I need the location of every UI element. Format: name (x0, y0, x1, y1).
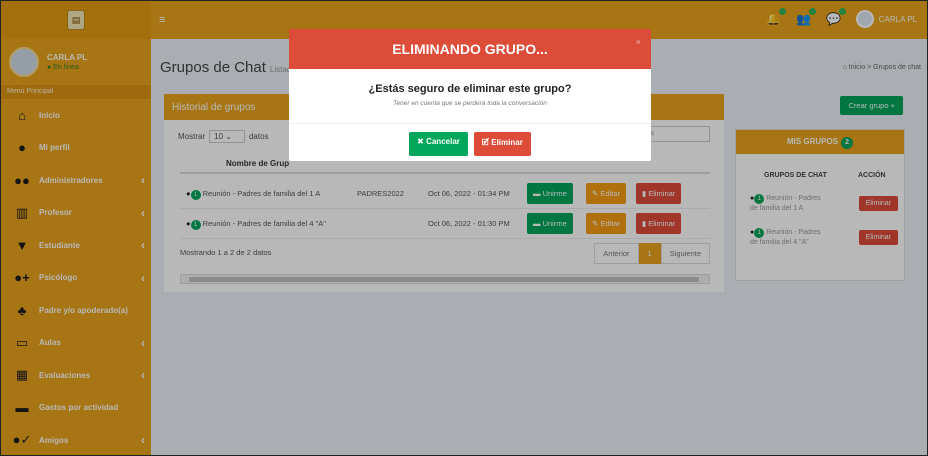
delete-group-modal: ELIMINANDO GRUPO... × ¿Estás seguro de e… (289, 29, 651, 161)
close-icon[interactable]: × (636, 37, 641, 47)
cancel-button[interactable]: ✖ Cancelar (409, 132, 468, 156)
confirm-delete-button[interactable]: 🗹 Eliminar (473, 132, 531, 156)
modal-actions: ✖ Cancelar 🗹 Eliminar (289, 132, 651, 156)
divider (289, 123, 651, 124)
app-window: ▤ ≡ 🔔 👥 💬 CARLA PL CARLA PL ● En línea M… (0, 0, 928, 456)
modal-title: ELIMINANDO GRUPO... (289, 29, 651, 69)
modal-question: ¿Estás seguro de eliminar este grupo? (368, 83, 572, 95)
modal-note: Tener en cuenta que se perderá toda la c… (393, 100, 547, 107)
